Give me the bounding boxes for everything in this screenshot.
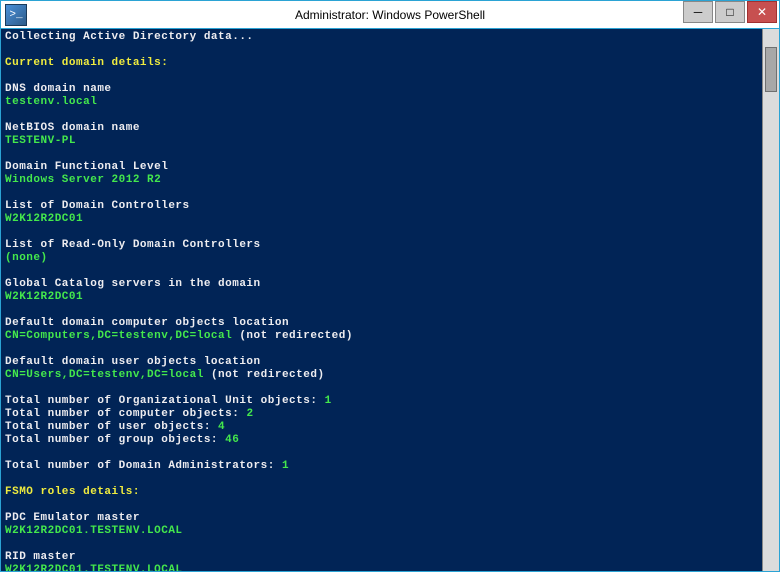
field-value: (none) bbox=[5, 252, 48, 264]
close-button[interactable]: ✕ bbox=[747, 1, 777, 23]
field-value: Windows Server 2012 R2 bbox=[5, 174, 161, 186]
field-label: PDC Emulator master bbox=[5, 512, 140, 524]
minimize-button[interactable]: ─ bbox=[683, 1, 713, 23]
field-label: Domain Functional Level bbox=[5, 161, 168, 173]
icon-glyph: >_ bbox=[9, 9, 22, 21]
field-label: Default domain user objects location bbox=[5, 356, 261, 368]
count-label: Total number of user objects: bbox=[5, 421, 218, 433]
powershell-window: >_ Administrator: Windows PowerShell ─ □… bbox=[0, 0, 780, 572]
field-value: W2K12R2DC01 bbox=[5, 291, 83, 303]
field-label: NetBIOS domain name bbox=[5, 122, 140, 134]
field-value: testenv.local bbox=[5, 96, 97, 108]
count-label: Total number of computer objects: bbox=[5, 408, 246, 420]
count-label: Total number of Domain Administrators: bbox=[5, 460, 282, 472]
count-label: Total number of Organizational Unit obje… bbox=[5, 395, 325, 407]
field-value: W2K12R2DC01.TESTENV.LOCAL bbox=[5, 525, 183, 537]
field-label: List of Read-Only Domain Controllers bbox=[5, 239, 261, 251]
field-label: List of Domain Controllers bbox=[5, 200, 190, 212]
window-controls: ─ □ ✕ bbox=[683, 1, 779, 28]
field-label: RID master bbox=[5, 551, 76, 563]
field-value: W2K12R2DC01 bbox=[5, 213, 83, 225]
scrollbar-thumb[interactable] bbox=[765, 47, 777, 92]
section-header: Current domain details: bbox=[5, 57, 168, 69]
field-value: CN=Users,DC=testenv,DC=local bbox=[5, 369, 204, 381]
field-suffix: (not redirected) bbox=[232, 330, 353, 342]
status-line: Collecting Active Directory data... bbox=[5, 31, 254, 43]
maximize-button[interactable]: □ bbox=[715, 1, 745, 23]
field-suffix: (not redirected) bbox=[204, 369, 325, 381]
powershell-icon: >_ bbox=[5, 4, 27, 26]
console-area: Collecting Active Directory data... Curr… bbox=[1, 29, 779, 571]
count-value: 1 bbox=[325, 395, 332, 407]
window-title: Administrator: Windows PowerShell bbox=[1, 8, 779, 22]
field-value: W2K12R2DC01.TESTENV.LOCAL bbox=[5, 564, 183, 571]
count-value: 4 bbox=[218, 421, 225, 433]
section-header: FSMO roles details: bbox=[5, 486, 140, 498]
field-label: Default domain computer objects location bbox=[5, 317, 289, 329]
field-label: DNS domain name bbox=[5, 83, 112, 95]
console-output[interactable]: Collecting Active Directory data... Curr… bbox=[1, 29, 762, 571]
vertical-scrollbar[interactable] bbox=[762, 29, 779, 571]
titlebar[interactable]: >_ Administrator: Windows PowerShell ─ □… bbox=[1, 1, 779, 29]
count-label: Total number of group objects: bbox=[5, 434, 225, 446]
field-label: Global Catalog servers in the domain bbox=[5, 278, 261, 290]
field-value: TESTENV-PL bbox=[5, 135, 76, 147]
count-value: 46 bbox=[225, 434, 239, 446]
count-value: 2 bbox=[246, 408, 253, 420]
count-value: 1 bbox=[282, 460, 289, 472]
field-value: CN=Computers,DC=testenv,DC=local bbox=[5, 330, 232, 342]
